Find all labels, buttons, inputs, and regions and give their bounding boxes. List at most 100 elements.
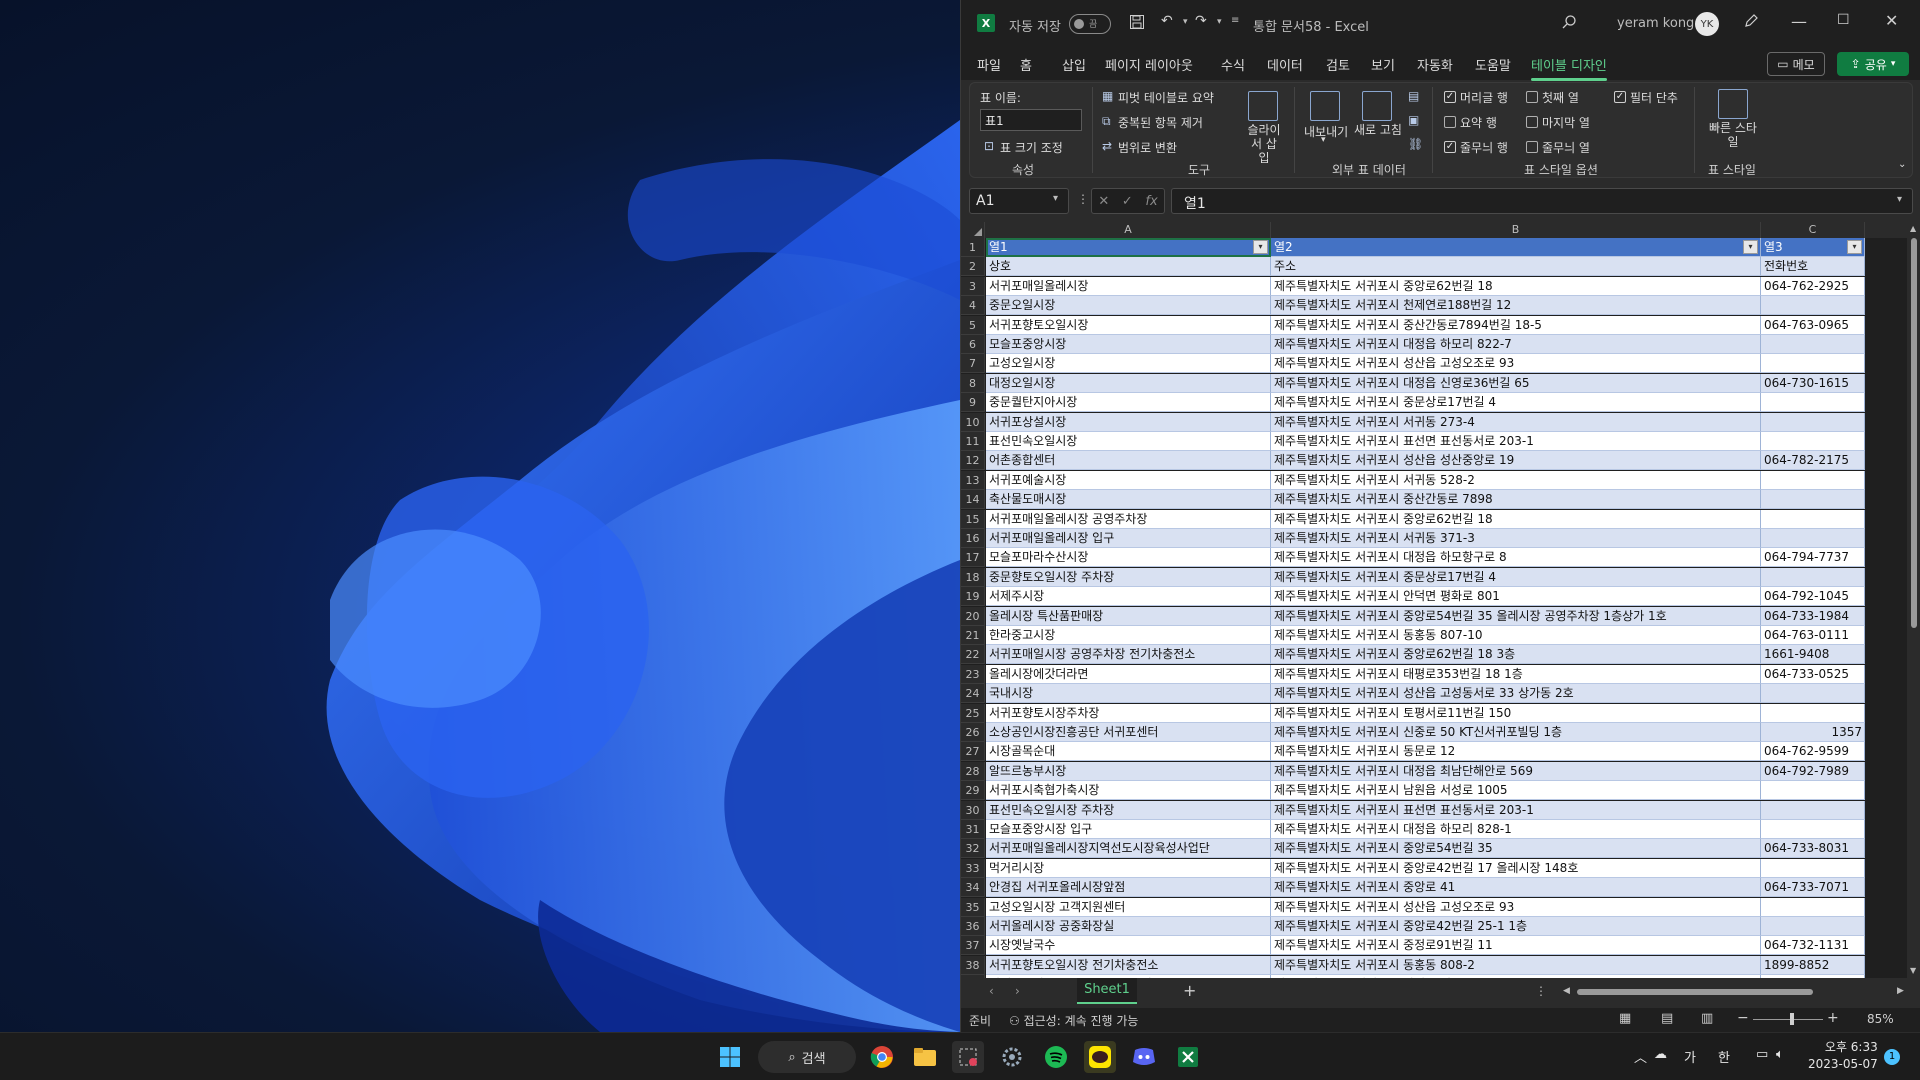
cell-d[interactable]	[1865, 393, 1901, 413]
cell-c[interactable]: 064-792-1045	[1761, 587, 1865, 607]
cell-b[interactable]: 제주특별자치도 서귀포시 중산간동로7894번길 18-5	[1271, 315, 1761, 335]
customize-qat-icon[interactable]: ≡	[1231, 15, 1239, 26]
taskbar-clock[interactable]: 오후 6:33 2023-05-07	[1808, 1039, 1878, 1073]
cell-a[interactable]: 알뜨르농부시장	[986, 761, 1271, 781]
cell-c[interactable]: 064-732-1131	[1761, 936, 1865, 956]
cell-c[interactable]: 1661-9408	[1761, 645, 1865, 665]
row-header[interactable]: 22	[961, 645, 985, 665]
cell-d[interactable]	[1865, 664, 1901, 684]
ime-mode-1[interactable]: 가	[1684, 1047, 1696, 1066]
filter-dropdown-icon[interactable]: ▾	[1743, 240, 1758, 254]
cell-b[interactable]: 제주특별자치도 서귀포시 중문상로17번길 4	[1271, 393, 1761, 413]
row-header[interactable]: 34	[961, 878, 985, 898]
zoom-in-icon[interactable]: +	[1827, 1010, 1839, 1026]
export-button[interactable]: 내보내기	[1304, 123, 1348, 140]
cell-a[interactable]: 서귀포매일올레시장지역선도시장육성사업단	[986, 839, 1271, 859]
add-sheet-icon[interactable]: +	[1183, 981, 1196, 1000]
chevron-down-icon[interactable]: ▾	[1053, 193, 1058, 204]
cell-a[interactable]: 서귀포예술시장	[986, 470, 1271, 490]
onedrive-icon[interactable]: ☁	[1654, 1047, 1667, 1062]
tab-file[interactable]: 파일	[977, 55, 1001, 74]
redo-dropdown-icon[interactable]: ▾	[1217, 17, 1222, 27]
cell-d[interactable]	[1865, 412, 1901, 432]
cell-c[interactable]: 064-762-9599	[1761, 742, 1865, 762]
cell-c[interactable]	[1761, 703, 1865, 723]
row-header[interactable]: 14	[961, 490, 985, 510]
cell-d[interactable]	[1865, 878, 1901, 898]
cell-d[interactable]	[1865, 897, 1901, 917]
cell-b[interactable]: 제주특별자치도 서귀포시 대정읍 최남단해안로 569	[1271, 761, 1761, 781]
row-header[interactable]: 38	[961, 955, 985, 975]
cell-a[interactable]: 상호	[986, 257, 1271, 277]
cell-a[interactable]: 서귀포매일올레시장 입구	[986, 529, 1271, 548]
cell-b[interactable]: 제주특별자치도 서귀포시 표선면 표선동서로 203-1	[1271, 800, 1761, 820]
cell-b[interactable]: 제주특별자치도 서귀포시 중앙로62번길 18	[1271, 276, 1761, 296]
cell-c[interactable]: 064-794-7737	[1761, 548, 1865, 568]
cell-a[interactable]: 안경집 서귀포올레시장앞점	[986, 878, 1271, 898]
cell-a[interactable]: 소상공인시장진흥공단 서귀포센터	[986, 723, 1271, 742]
cell-d[interactable]	[1865, 587, 1901, 607]
cell-d[interactable]	[1865, 626, 1901, 645]
windows-start-icon[interactable]	[714, 1041, 746, 1073]
file-explorer-icon[interactable]	[909, 1041, 941, 1073]
properties-icon[interactable]: ▤	[1408, 89, 1419, 103]
cell-a[interactable]: 어촌종합센터	[986, 451, 1271, 471]
select-all-button[interactable]	[961, 222, 985, 238]
taskbar-search[interactable]: ⌕ 검색	[758, 1041, 856, 1073]
quick-styles-button[interactable]: 빠른 스타일	[1708, 121, 1758, 149]
cell-d[interactable]	[1865, 373, 1901, 393]
cell-a[interactable]: 서귀포향토시장주차장	[986, 703, 1271, 723]
close-icon[interactable]: ✕	[1885, 11, 1898, 30]
insert-function-icon[interactable]: fx	[1145, 194, 1157, 209]
cell-c[interactable]	[1761, 509, 1865, 529]
sheet-tab[interactable]: Sheet1	[1077, 978, 1137, 1004]
row-header[interactable]: 35	[961, 897, 985, 917]
cell-b[interactable]: 제주특별자치도 서귀포시 중산간동로 7898	[1271, 490, 1761, 510]
row-header[interactable]: 20	[961, 606, 985, 626]
cell-c[interactable]: 064-733-7071	[1761, 878, 1865, 898]
cell-d[interactable]	[1865, 470, 1901, 490]
normal-view-icon[interactable]: ▦	[1619, 1011, 1631, 1026]
cell-b[interactable]: 제주특별자치도 서귀포시 성산읍 성산중앙로 19	[1271, 451, 1761, 471]
cell-c[interactable]	[1761, 684, 1865, 704]
cell-d[interactable]	[1865, 451, 1901, 471]
tab-formulas[interactable]: 수식	[1221, 55, 1245, 74]
row-header[interactable]: 10	[961, 412, 985, 432]
row-header[interactable]: 8	[961, 373, 985, 393]
zoom-out-icon[interactable]: −	[1737, 1010, 1749, 1026]
tab-insert[interactable]: 삽입	[1062, 55, 1086, 74]
cell-c[interactable]	[1761, 800, 1865, 820]
pivot-button[interactable]: 피벗 테이블로 요약	[1118, 89, 1214, 106]
cell-b[interactable]: 제주특별자치도 서귀포시 중문상로17번길 4	[1271, 567, 1761, 587]
zoom-level[interactable]: 85%	[1867, 1012, 1894, 1026]
cell-c[interactable]	[1761, 412, 1865, 432]
maximize-icon[interactable]: ☐	[1837, 12, 1850, 28]
row-header[interactable]: 26	[961, 723, 985, 742]
total-row-checkbox[interactable]	[1444, 116, 1456, 128]
cancel-icon[interactable]: ✕	[1098, 194, 1109, 209]
cell-a[interactable]: 서귀포상설시장	[986, 412, 1271, 432]
cell-d[interactable]	[1865, 936, 1901, 956]
cell-c[interactable]: 064-730-1615	[1761, 373, 1865, 393]
cell-c[interactable]	[1761, 529, 1865, 548]
row-header[interactable]: 2	[961, 257, 985, 277]
cell-b[interactable]: 제주특별자치도 서귀포시 성산읍 고성오조로 93	[1271, 897, 1761, 917]
cell-d[interactable]	[1865, 315, 1901, 335]
cell-d[interactable]	[1865, 955, 1901, 975]
tab-automate[interactable]: 자동화	[1417, 55, 1453, 74]
scroll-thumb[interactable]	[1577, 989, 1813, 995]
cell-c[interactable]	[1761, 781, 1865, 801]
cell-b[interactable]: 제주특별자치도 서귀포시 동홍동 808-2	[1271, 955, 1761, 975]
cell-b[interactable]: 제주특별자치도 서귀포시 중앙로62번길 18	[1271, 509, 1761, 529]
cell-a[interactable]: 열1	[986, 238, 1271, 257]
cell-d[interactable]	[1865, 761, 1901, 781]
chevron-right-icon[interactable]: ›	[1015, 984, 1020, 998]
cell-b[interactable]: 제주특별자치도 서귀포시 대정읍 하모항구로 8	[1271, 548, 1761, 568]
cell-d[interactable]	[1865, 703, 1901, 723]
zoom-slider-thumb[interactable]	[1789, 1013, 1794, 1025]
excel-taskbar-icon[interactable]	[1172, 1041, 1204, 1073]
page-break-view-icon[interactable]: ▥	[1701, 1011, 1713, 1026]
pen-icon[interactable]	[1743, 13, 1759, 32]
cell-b[interactable]: 제주특별자치도 서귀포시 중앙로54번길 35 올레시장 공영주차장 1층상가 …	[1271, 606, 1761, 626]
cell-d[interactable]	[1865, 820, 1901, 839]
